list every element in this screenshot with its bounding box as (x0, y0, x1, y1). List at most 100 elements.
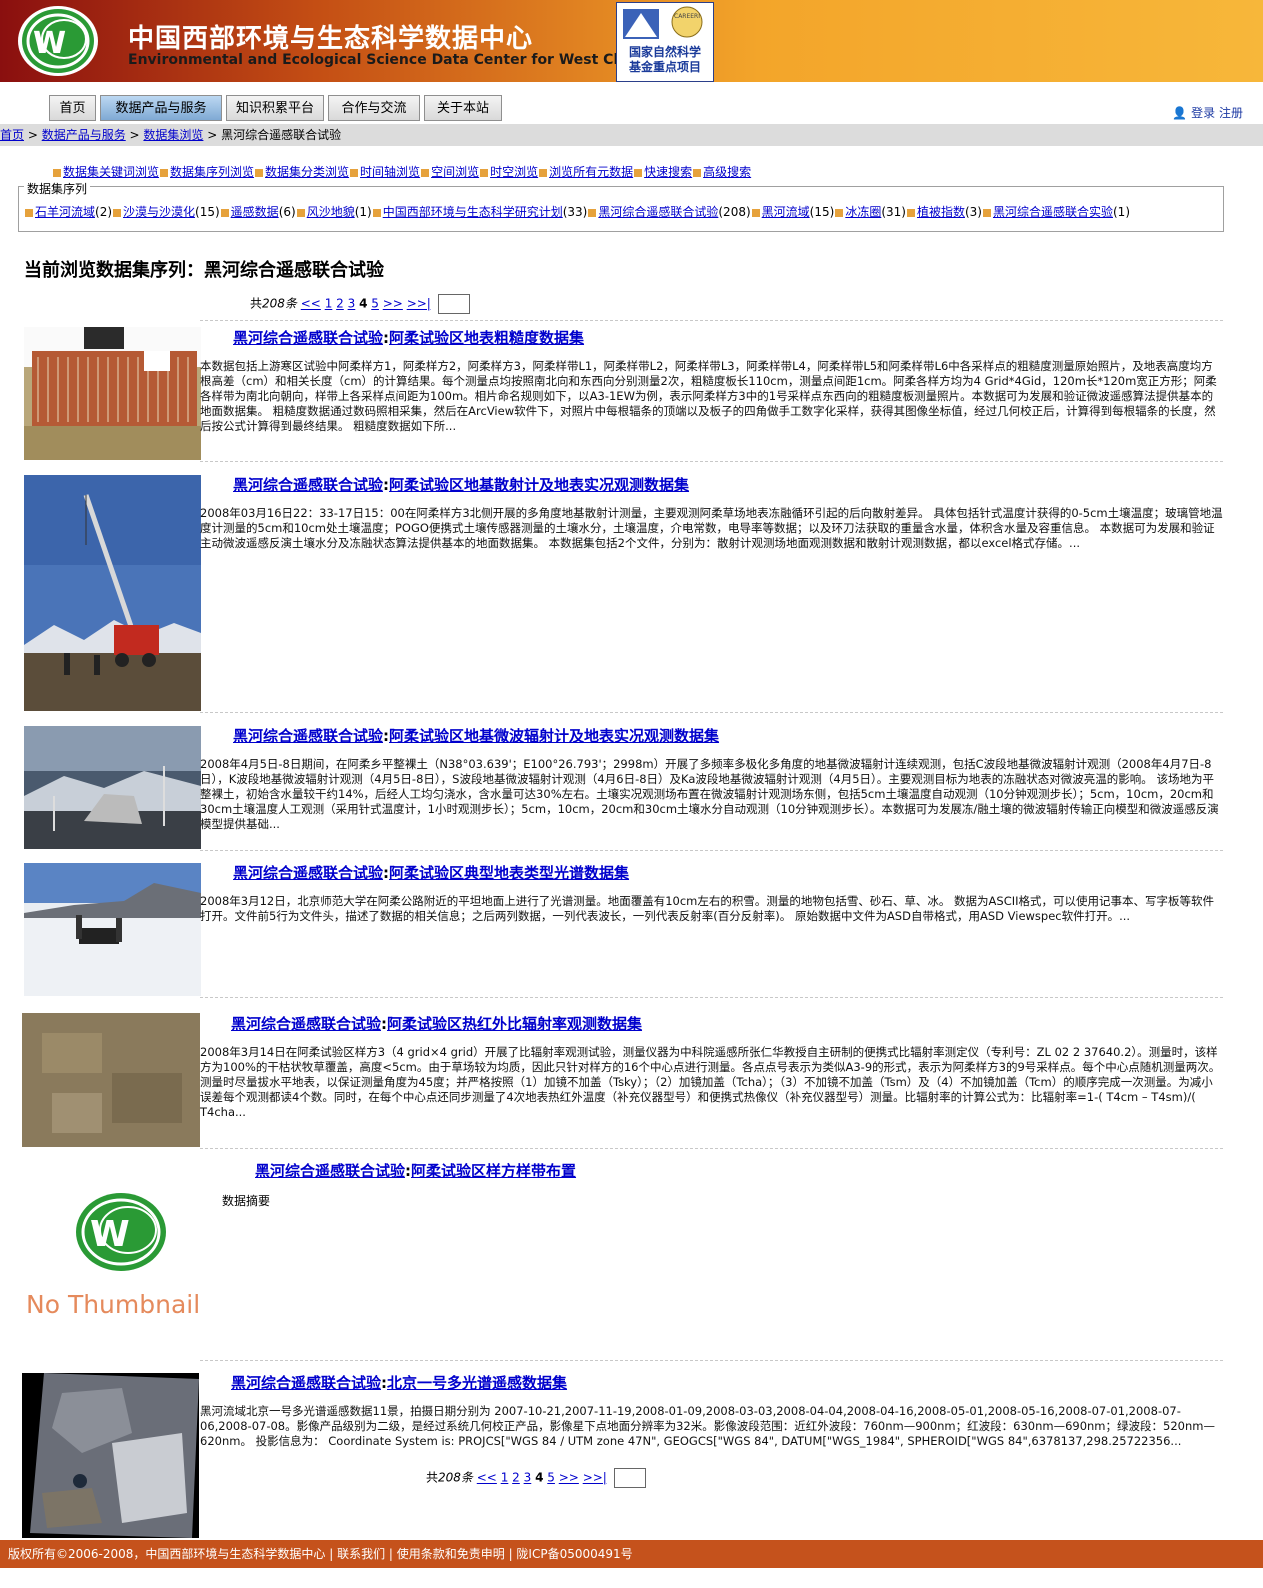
dataset-series-link[interactable]: 黑河综合遥感联合试验 (231, 1015, 381, 1033)
dataset-series-link[interactable]: 黑河综合遥感联合试验 (233, 864, 383, 882)
dataset-series-link[interactable]: 黑河综合遥感联合试验 (233, 329, 383, 347)
dataset-title-link[interactable]: 北京一号多光谱遥感数据集 (387, 1374, 567, 1392)
link-spatiotemporal-browse[interactable]: 时空浏览 (490, 165, 538, 179)
pager-page-1[interactable]: 1 (501, 1471, 509, 1485)
dataset-title-link[interactable]: 阿柔试验区热红外比辐射率观测数据集 (387, 1015, 642, 1033)
dataset-title[interactable]: 黑河综合遥感联合试验:阿柔试验区热红外比辐射率观测数据集 (231, 1013, 642, 1034)
dataset-series-link[interactable]: 黑河综合遥感联合试验 (231, 1374, 381, 1392)
series-link[interactable]: 冰冻圈 (845, 205, 881, 219)
series-list: 石羊河流域(2) 沙漠与沙漠化(15) 遥感数据(6) 风沙地貌(1) 中国西部环境与生… (24, 203, 1130, 220)
pager-current-page: 4 (535, 1470, 544, 1485)
pager-top: 共208条 << 1 2 3 4 5 >> >>| (250, 294, 470, 314)
series-link[interactable]: 中国西部环境与生态科学研究计划 (383, 205, 563, 219)
pager-next[interactable]: >> (383, 297, 403, 311)
tab-about[interactable]: 关于本站 (424, 95, 502, 121)
link-advanced-search[interactable]: 高级搜索 (703, 165, 751, 179)
pager-last[interactable]: >>| (583, 1471, 607, 1485)
dataset-title-link[interactable]: 阿柔试验区典型地表类型光谱数据集 (389, 864, 629, 882)
bullet-icon (350, 168, 359, 177)
breadcrumb-dataset-browse[interactable]: 数据集浏览 (143, 128, 203, 142)
tab-cooperation[interactable]: 合作与交流 (328, 95, 420, 121)
dataset-title-link[interactable]: 阿柔试验区地基微波辐射计及地表实况观测数据集 (389, 727, 719, 745)
tab-data-products[interactable]: 数据产品与服务 (100, 95, 222, 121)
bullet-icon (25, 208, 33, 217)
bullet-icon (160, 168, 169, 177)
login-link[interactable]: 登录 (1191, 106, 1215, 120)
series-link[interactable]: 黑河综合遥感联合试验 (598, 205, 718, 219)
series-link[interactable]: 黑河流域 (762, 205, 810, 219)
site-logo[interactable]: W (18, 6, 98, 76)
series-count: (208) (718, 205, 751, 219)
dataset-title[interactable]: 黑河综合遥感联合试验:阿柔试验区地基微波辐射计及地表实况观测数据集 (233, 725, 719, 746)
dataset-series-link[interactable]: 黑河综合遥感联合试验 (233, 476, 383, 494)
bullet-icon (906, 208, 915, 217)
site-banner: W 中国西部环境与生态科学数据中心 Environmental and Ecol… (0, 0, 1263, 82)
no-thumbnail-label: No Thumbnail (26, 1290, 201, 1319)
tab-home[interactable]: 首页 (49, 95, 96, 121)
dataset-series-link[interactable]: 黑河综合遥感联合试验 (233, 727, 383, 745)
pager-page-2[interactable]: 2 (336, 297, 344, 311)
series-count: (2) (95, 205, 113, 219)
dataset-title-link[interactable]: 阿柔试验区样方样带布置 (411, 1162, 576, 1180)
series-link[interactable]: 植被指数 (917, 205, 965, 219)
bullet-icon (634, 168, 643, 177)
link-all-metadata[interactable]: 浏览所有元数据 (549, 165, 633, 179)
pager-bottom: 共208条 << 1 2 3 4 5 >> >>| (426, 1468, 646, 1488)
dataset-title[interactable]: 黑河综合遥感联合试验:阿柔试验区样方样带布置 (255, 1160, 576, 1181)
dataset-title[interactable]: 黑河综合遥感联合试验:阿柔试验区典型地表类型光谱数据集 (233, 862, 629, 883)
register-link[interactable]: 注册 (1219, 106, 1243, 120)
bullet-icon (220, 208, 229, 217)
pager-total-prefix: 共 (426, 1470, 439, 1485)
pager-next[interactable]: >> (559, 1471, 579, 1485)
dataset-thumbnail[interactable] (22, 1013, 200, 1147)
tab-knowledge[interactable]: 知识积累平台 (226, 95, 324, 121)
link-series-browse[interactable]: 数据集序列浏览 (170, 165, 254, 179)
series-count: (1) (354, 205, 372, 219)
divider (200, 997, 1223, 998)
pager-page-2[interactable]: 2 (512, 1471, 520, 1485)
dataset-thumbnail[interactable] (24, 475, 201, 711)
divider (200, 850, 1223, 851)
dataset-title-link[interactable]: 阿柔试验区地表粗糙度数据集 (389, 329, 584, 347)
series-link[interactable]: 石羊河流域 (35, 205, 95, 219)
breadcrumb: 首页 > 数据产品与服务 > 数据集浏览 > 黑河综合遥感联合试验 (0, 124, 1263, 146)
link-quick-search[interactable]: 快速搜索 (644, 165, 692, 179)
link-timeline-browse[interactable]: 时间轴浏览 (360, 165, 420, 179)
breadcrumb-home[interactable]: 首页 (0, 128, 24, 142)
bullet-icon (835, 208, 844, 217)
dataset-title[interactable]: 黑河综合遥感联合试验:北京一号多光谱遥感数据集 (231, 1372, 567, 1393)
dataset-summary: 2008年3月14日在阿柔试验区样方3（4 grid×4 grid）开展了比辐射… (200, 1045, 1221, 1119)
series-link[interactable]: 遥感数据 (231, 205, 279, 219)
breadcrumb-data-products[interactable]: 数据产品与服务 (42, 128, 126, 142)
link-keyword-browse[interactable]: 数据集关键词浏览 (63, 165, 159, 179)
page-jump-input[interactable] (613, 1468, 646, 1488)
bullet-icon (53, 168, 61, 177)
series-count: (1) (1113, 205, 1130, 219)
pager-page-5[interactable]: 5 (547, 1471, 555, 1485)
pager-page-3[interactable]: 3 (524, 1471, 532, 1485)
series-link[interactable]: 风沙地貌 (307, 205, 355, 219)
nsfc-badge[interactable]: CAREERI 国家自然科学基金重点项目 (616, 2, 714, 82)
page-jump-input[interactable] (437, 294, 470, 314)
pager-first[interactable]: << (301, 297, 321, 311)
no-thumbnail-logo-icon: W (76, 1193, 166, 1271)
series-link[interactable]: 沙漠与沙漠化 (123, 205, 195, 219)
dataset-title[interactable]: 黑河综合遥感联合试验:阿柔试验区地基散射计及地表实况观测数据集 (233, 474, 689, 495)
series-link[interactable]: 黑河综合遥感联合实验 (993, 205, 1113, 219)
dataset-title[interactable]: 黑河综合遥感联合试验:阿柔试验区地表粗糙度数据集 (233, 327, 584, 348)
pager-page-3[interactable]: 3 (348, 297, 356, 311)
dataset-series-link[interactable]: 黑河综合遥感联合试验 (255, 1162, 405, 1180)
dataset-thumbnail[interactable] (24, 327, 201, 460)
dataset-thumbnail[interactable] (22, 1373, 199, 1538)
dataset-thumbnail[interactable] (24, 863, 201, 996)
site-title-cn: 中国西部环境与生态科学数据中心 (128, 24, 534, 54)
link-spatial-browse[interactable]: 空间浏览 (431, 165, 479, 179)
pager-page-1[interactable]: 1 (325, 297, 333, 311)
pager-page-5[interactable]: 5 (371, 297, 379, 311)
link-category-browse[interactable]: 数据集分类浏览 (265, 165, 349, 179)
dataset-thumbnail[interactable] (24, 726, 201, 849)
pager-last[interactable]: >>| (407, 297, 431, 311)
bullet-icon (480, 168, 489, 177)
dataset-title-link[interactable]: 阿柔试验区地基散射计及地表实况观测数据集 (389, 476, 689, 494)
pager-first[interactable]: << (477, 1471, 497, 1485)
